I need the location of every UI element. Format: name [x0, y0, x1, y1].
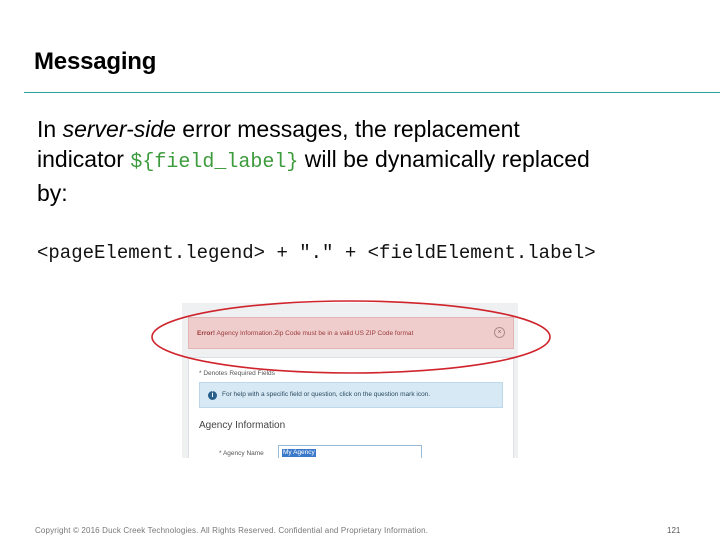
info-icon: i [208, 391, 217, 400]
slide-title: Messaging [34, 48, 157, 75]
replacement-indicator-code: ${field_label} [130, 151, 299, 174]
body-emphasis: server-side [62, 116, 176, 142]
formula-code: <pageElement.legend> + "." + <fieldEleme… [37, 242, 596, 264]
body-line1-prefix: In [37, 116, 63, 142]
body-line1-suffix: error messages, the replacement [175, 116, 520, 142]
agency-name-value: My Agency [282, 449, 316, 457]
body-line2-prefix: indicator [37, 146, 131, 172]
highlight-ellipse-shape [151, 300, 551, 374]
agency-name-input[interactable]: My Agency [278, 445, 422, 458]
body-text: In server-side error messages, the repla… [37, 114, 707, 208]
body-line3: by: [37, 180, 68, 206]
title-divider [24, 92, 720, 93]
page-number: 121 [667, 526, 681, 535]
agency-name-label: * Agency Name [219, 450, 264, 457]
body-line2-suffix: will be dynamically replaced [298, 146, 590, 172]
help-info-box: i For help with a specific field or ques… [199, 382, 503, 408]
footer-copyright: Copyright © 2016 Duck Creek Technologies… [35, 526, 429, 535]
error-highlight-ellipse [151, 300, 551, 374]
section-title: Agency Information [199, 420, 286, 431]
help-text: For help with a specific field or questi… [222, 391, 431, 398]
